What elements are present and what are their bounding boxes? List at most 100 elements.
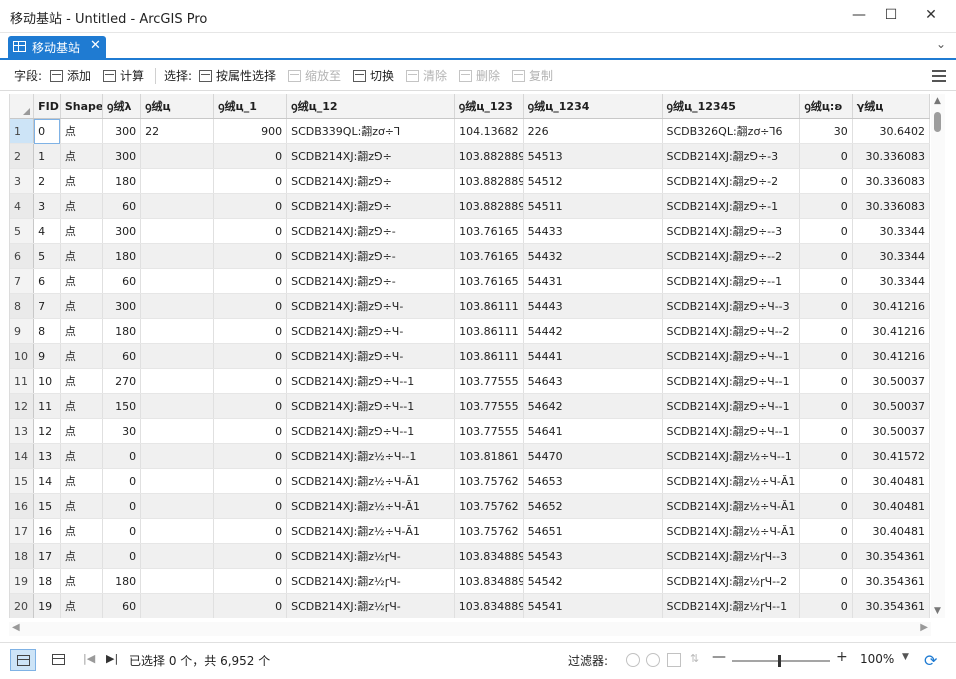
table-cell[interactable]: 0 <box>102 443 142 469</box>
table-cell[interactable]: 300 <box>102 218 142 244</box>
table-cell[interactable]: 0 <box>799 443 853 469</box>
table-row[interactable]: 20 19 点 60 0 SCDB214XJ:翿z½ɼЧ- 103.834889 54541 S… <box>10 593 931 618</box>
table-cell[interactable]: 0 <box>799 418 853 444</box>
table-cell[interactable]: 15 <box>33 493 61 519</box>
table-cell[interactable]: 103.76165 <box>454 218 524 244</box>
table-cell[interactable] <box>140 368 215 394</box>
column-header[interactable]: FID <box>33 94 61 119</box>
table-cell[interactable]: 0 <box>799 543 853 569</box>
table-cell[interactable]: 12 <box>33 418 61 444</box>
table-cell[interactable]: SCDB326QL:翿zơ÷Ꞁ6 <box>662 118 801 144</box>
table-cell[interactable]: SCDB214XJ:翿z⅁÷Ч--1 <box>662 343 801 369</box>
table-cell[interactable]: 18 <box>33 568 61 594</box>
table-cell[interactable]: SCDB214XJ:翿z½÷Ч-Ᾰ1 <box>662 468 801 494</box>
table-cell[interactable]: 点 <box>60 568 104 594</box>
table-cell[interactable]: 0 <box>799 343 853 369</box>
switch-selection-button[interactable]: 切换 <box>353 67 394 85</box>
row-number[interactable]: 4 <box>10 193 35 219</box>
table-cell[interactable]: 点 <box>60 343 104 369</box>
table-row[interactable]: 16 15 点 0 0 SCDB214XJ:翿z½÷Ч-Ᾰ1 103.75762 54652 S… <box>10 493 931 519</box>
table-cell[interactable]: 0 <box>213 568 288 594</box>
table-cell[interactable]: 点 <box>60 393 104 419</box>
table-cell[interactable] <box>140 193 215 219</box>
table-cell[interactable]: 60 <box>102 193 142 219</box>
select-by-attributes-button[interactable]: 按属性选择 <box>199 67 276 85</box>
table-row[interactable]: 8 7 点 300 0 SCDB214XJ:翿z⅁÷Ч- 103.86111 54443 SCD… <box>10 293 931 319</box>
table-cell[interactable]: 103.75762 <box>454 493 524 519</box>
table-cell[interactable]: 54443 <box>523 293 663 319</box>
row-number[interactable]: 10 <box>10 343 35 369</box>
table-cell[interactable]: 180 <box>102 168 142 194</box>
table-cell[interactable]: 30.336083 <box>852 168 931 194</box>
table-cell[interactable]: 30.41216 <box>852 318 931 344</box>
table-cell[interactable]: 0 <box>213 193 288 219</box>
table-cell[interactable]: 103.834889 <box>454 593 524 618</box>
table-cell[interactable]: SCDB214XJ:翿z⅁÷--1 <box>662 268 801 294</box>
table-cell[interactable]: 103.834889 <box>454 568 524 594</box>
table-cell[interactable]: 103.77555 <box>454 393 524 419</box>
table-cell[interactable]: 103.75762 <box>454 518 524 544</box>
table-cell[interactable]: 0 <box>799 593 853 618</box>
table-cell[interactable]: 30.40481 <box>852 518 931 544</box>
table-cell[interactable]: 0 <box>213 493 288 519</box>
table-cell[interactable]: 0 <box>213 343 288 369</box>
column-header[interactable]: ꝯ绒ц_123 <box>454 94 524 119</box>
table-cell[interactable]: 54433 <box>523 218 663 244</box>
table-cell[interactable]: SCDB214XJ:翿z⅁÷Ч--2 <box>662 318 801 344</box>
table-cell[interactable]: 14 <box>33 468 61 494</box>
table-cell[interactable]: SCDB214XJ:翿z⅁÷Ч--1 <box>286 368 455 394</box>
table-cell[interactable]: 270 <box>102 368 142 394</box>
vertical-scrollbar[interactable]: ▲ ▼ <box>931 94 945 618</box>
table-cell[interactable]: SCDB214XJ:翿z½÷Ч-Ᾰ1 <box>662 493 801 519</box>
table-cell[interactable]: 0 <box>213 418 288 444</box>
table-cell[interactable]: 54441 <box>523 343 663 369</box>
table-cell[interactable]: 点 <box>60 293 104 319</box>
table-cell[interactable]: 30.354361 <box>852 543 931 569</box>
table-cell[interactable] <box>140 543 215 569</box>
table-cell[interactable]: 30.3344 <box>852 243 931 269</box>
table-cell[interactable]: 0 <box>213 468 288 494</box>
column-header[interactable]: ꝯ绒ц:ʚ <box>799 94 853 119</box>
scroll-left-icon[interactable]: ◀ <box>12 622 20 633</box>
table-cell[interactable]: 60 <box>102 343 142 369</box>
table-cell[interactable]: 7 <box>33 293 61 319</box>
table-row[interactable]: 1 0 点 300 22 900 SCDB339QL:翿zơ÷Ꞁ 104.13682 226 SC… <box>10 118 931 144</box>
table-cell[interactable]: SCDB214XJ:翿z½ɼЧ--1 <box>662 593 801 618</box>
table-cell[interactable]: SCDB214XJ:翿z½ɼЧ- <box>286 593 455 618</box>
table-cell[interactable]: 30.6402 <box>852 118 931 144</box>
row-number[interactable]: 15 <box>10 468 35 494</box>
row-number[interactable]: 9 <box>10 318 35 344</box>
table-row[interactable]: 12 11 点 150 0 SCDB214XJ:翿z⅁÷Ч--1 103.77555 5464… <box>10 393 931 419</box>
table-cell[interactable]: 103.75762 <box>454 468 524 494</box>
table-cell[interactable]: 0 <box>213 268 288 294</box>
table-row[interactable]: 5 4 点 300 0 SCDB214XJ:翿z⅁÷- 103.76165 54433 SCDB… <box>10 218 931 244</box>
table-cell[interactable] <box>140 293 215 319</box>
table-cell[interactable]: 0 <box>102 468 142 494</box>
table-cell[interactable]: SCDB214XJ:翿z⅁÷ <box>286 143 455 169</box>
row-number[interactable]: 5 <box>10 218 35 244</box>
table-cell[interactable]: 103.76165 <box>454 243 524 269</box>
table-cell[interactable]: SCDB214XJ:翿z⅁÷Ч--1 <box>286 418 455 444</box>
table-cell[interactable]: SCDB339QL:翿zơ÷Ꞁ <box>286 118 455 144</box>
table-cell[interactable] <box>140 268 215 294</box>
table-cell[interactable]: 16 <box>33 518 61 544</box>
table-cell[interactable]: SCDB214XJ:翿z⅁÷-2 <box>662 168 801 194</box>
table-cell[interactable]: 11 <box>33 393 61 419</box>
table-cell[interactable]: 103.882889 <box>454 168 524 194</box>
table-cell[interactable]: 9 <box>33 343 61 369</box>
table-row[interactable]: 14 13 点 0 0 SCDB214XJ:翿z½÷Ч--1 103.81861 54470 S… <box>10 443 931 469</box>
table-row[interactable]: 4 3 点 60 0 SCDB214XJ:翿z⅁÷ 103.882889 54511 SCDB2… <box>10 193 931 219</box>
table-cell[interactable]: 54541 <box>523 593 663 618</box>
table-cell[interactable]: 0 <box>102 543 142 569</box>
table-cell[interactable]: 0 <box>799 368 853 394</box>
table-cell[interactable]: 0 <box>799 318 853 344</box>
table-cell[interactable]: SCDB214XJ:翿z⅁÷Ч--1 <box>662 368 801 394</box>
column-header[interactable]: ꝯ绒ц_1234 <box>523 94 663 119</box>
table-cell[interactable]: 30.354361 <box>852 593 931 618</box>
table-cell[interactable]: 0 <box>799 168 853 194</box>
column-header[interactable]: ꝯ绒ц <box>140 94 215 119</box>
table-cell[interactable]: 8 <box>33 318 61 344</box>
table-cell[interactable]: 19 <box>33 593 61 618</box>
table-cell[interactable]: SCDB214XJ:翿z½÷Ч--1 <box>286 443 455 469</box>
table-cell[interactable]: 0 <box>213 443 288 469</box>
